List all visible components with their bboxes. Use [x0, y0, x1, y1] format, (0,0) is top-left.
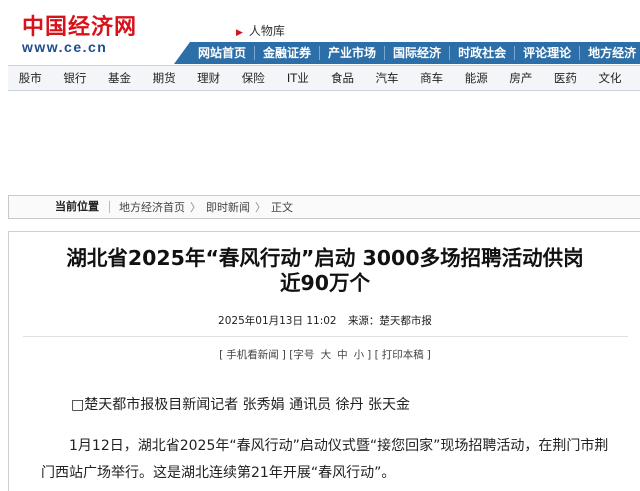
top-nav-item[interactable]: 评论理论 — [515, 46, 581, 60]
breadcrumb-link[interactable]: 即时新闻 — [206, 199, 250, 215]
category-link[interactable]: 基金 — [97, 70, 142, 86]
breadcrumb-link[interactable]: 地方经济首页 — [119, 199, 185, 215]
category-link[interactable]: 期货 — [142, 70, 187, 86]
channel-link[interactable]: ▶ 人物库 — [236, 22, 285, 39]
font-size-large-button[interactable]: 大 — [321, 349, 332, 361]
font-size-medium-button[interactable]: 中 — [337, 349, 348, 361]
category-link[interactable]: 汽车 — [365, 70, 410, 86]
channel-label: 人物库 — [248, 24, 285, 38]
breadcrumb-label: 当前位置 — [55, 201, 110, 213]
article-byline: □楚天都市报极目新闻记者 张秀娟 通讯员 徐丹 张天金 — [71, 397, 411, 413]
mobile-news-link[interactable]: 手机看新闻 — [226, 349, 279, 361]
top-nav-item[interactable]: 国际经济 — [385, 46, 451, 60]
top-nav-item[interactable]: 时政社会 — [450, 46, 516, 60]
category-link[interactable]: 医药 — [543, 70, 588, 86]
category-nav: 股市 银行 基金 期货 理财 保险 IT业 食品 汽车 商车 能源 房产 医药 … — [8, 65, 640, 91]
category-link[interactable]: 能源 — [454, 70, 499, 86]
top-nav-item[interactable]: 产业市场 — [320, 46, 386, 60]
triangle-right-icon: ▶ — [236, 28, 243, 38]
article-meta: 2025年01月13日 11:02 来源：楚天都市报 — [9, 313, 640, 328]
article-source: 来源：楚天都市报 — [347, 315, 432, 327]
category-link[interactable]: IT业 — [276, 70, 321, 86]
top-nav-item[interactable]: 网站首页 — [190, 46, 256, 60]
article-title-line: 湖北省2025年“春风行动”启动 3000多场招聘活动供岗 — [66, 246, 584, 270]
article-title: 湖北省2025年“春风行动”启动 3000多场招聘活动供岗 近90万个 — [9, 246, 640, 296]
breadcrumb-current: 正文 — [271, 201, 293, 214]
logo-chinese-text: 中国经济网 — [22, 14, 138, 40]
category-link[interactable]: 商车 — [409, 70, 454, 86]
logo-url-text: www.ce.cn — [22, 39, 108, 55]
top-nav-item[interactable]: 金融证券 — [255, 46, 321, 60]
category-link[interactable]: 股市 — [8, 70, 53, 86]
breadcrumb: 当前位置 地方经济首页 〉 即时新闻 〉 正文 — [8, 195, 640, 219]
top-nav: 网站首页 金融证券 产业市场 国际经济 时政社会 评论理论 地方经济 — [190, 42, 640, 64]
category-link[interactable]: 房产 — [499, 70, 544, 86]
top-nav-item[interactable]: 地方经济 — [580, 46, 640, 60]
divider — [23, 336, 628, 337]
article-paragraph: 1月12日，湖北省2025年“春风行动”启动仪式暨“接您回家”现场招聘活动，在荆… — [41, 438, 609, 481]
nav-decoration — [174, 42, 190, 64]
category-link[interactable]: 银行 — [53, 70, 98, 86]
category-link[interactable]: 保险 — [231, 70, 276, 86]
category-link[interactable]: 理财 — [186, 70, 231, 86]
site-logo[interactable]: 中国经济网 www.ce.cn — [22, 14, 142, 55]
print-link[interactable]: 打印本稿 — [382, 349, 424, 361]
font-size-label: 字号 — [293, 349, 315, 361]
breadcrumb-separator: 〉 — [190, 201, 201, 214]
category-link[interactable]: 食品 — [320, 70, 365, 86]
breadcrumb-separator: 〉 — [255, 201, 266, 214]
article-tools: [手机看新闻] [字号 大中小] [打印本稿] — [219, 349, 431, 361]
article: 湖北省2025年“春风行动”启动 3000多场招聘活动供岗 近90万个 2025… — [8, 231, 640, 491]
category-link[interactable]: 文化 — [588, 70, 633, 86]
article-title-line: 近90万个 — [279, 271, 371, 295]
publish-datetime: 2025年01月13日 11:02 — [218, 315, 337, 327]
font-size-small-button[interactable]: 小 — [354, 349, 365, 361]
